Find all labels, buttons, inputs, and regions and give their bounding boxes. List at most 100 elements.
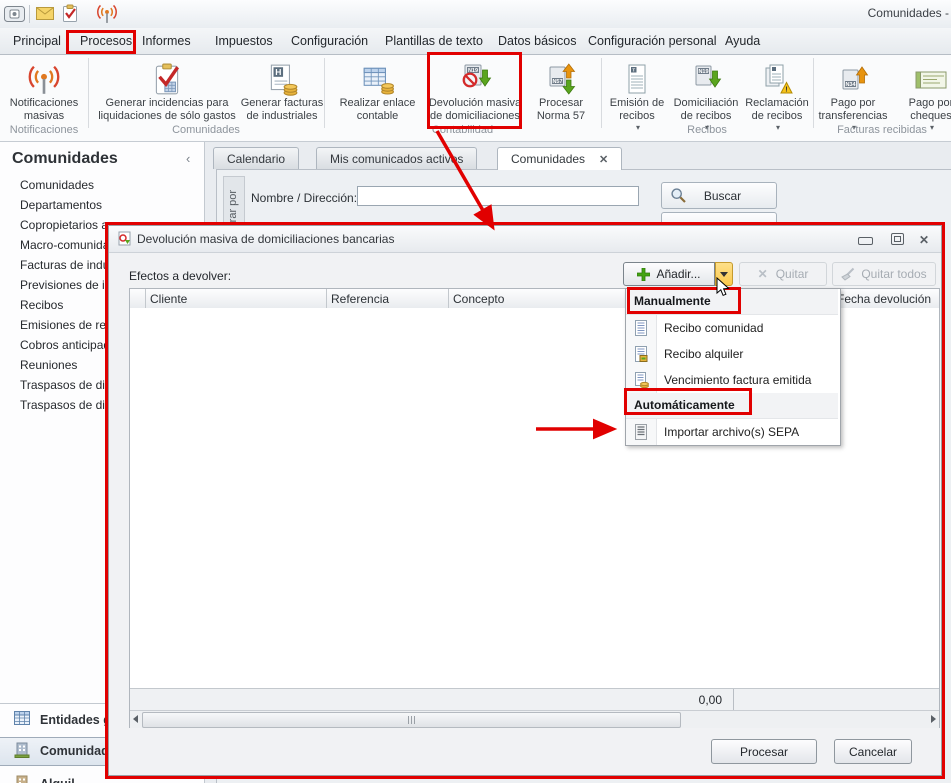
ribbon-button-label: Domiciliación de recibos: [673, 97, 739, 122]
cancel-button[interactable]: Cancelar: [834, 739, 912, 764]
scrollbar-thumb[interactable]: [142, 712, 681, 728]
menu-datos-basicos[interactable]: Datos básicos: [498, 34, 577, 48]
ribbon-group-notificaciones: Notificaciones: [9, 124, 79, 136]
name-address-label: Nombre / Dirección:: [251, 191, 358, 205]
add-dropdown-menu: Manualmente Recibo comunidad Recibo alqu…: [625, 288, 841, 446]
minimize-button[interactable]: [858, 233, 874, 246]
invoice-coins-icon: [635, 372, 649, 389]
ribbon-button-enlace-contable[interactable]: Realizar enlace contable: [330, 57, 425, 122]
receipt-warning-icon: !: [760, 57, 794, 97]
ribbon-group-comunidades: Comunidades: [172, 124, 240, 136]
window-context-title: Comunidades -: [867, 6, 949, 20]
mail-icon[interactable]: [36, 7, 54, 20]
menu-item-importar-sepa[interactable]: Importar archivo(s) SEPA: [626, 419, 838, 445]
ribbon-button-emision-recibos[interactable]: T Emisión de recibos ▾: [604, 57, 670, 135]
svg-text:N57: N57: [552, 79, 562, 85]
ribbon-button-pago-transferencias[interactable]: N34 Pago por transferencias ▾: [815, 57, 891, 135]
menu-informes[interactable]: Informes: [142, 34, 191, 48]
ribbon-button-pago-cheques[interactable]: Pago por cheques ▾: [893, 57, 951, 135]
menu-plantillas[interactable]: Plantillas de texto: [385, 34, 483, 48]
column-concepto[interactable]: Concepto: [453, 292, 504, 306]
tasks-icon[interactable]: [62, 4, 79, 23]
search-icon: [671, 188, 686, 203]
ribbon-button-domiciliacion-recibos[interactable]: N19 Domiciliación de recibos ▾: [672, 57, 740, 135]
ribbon-button-label: Reclamación de recibos: [745, 97, 809, 122]
collapse-chevron-icon[interactable]: ‹: [186, 151, 190, 166]
column-referencia[interactable]: Referencia: [331, 292, 389, 306]
n57-icon: N57: [544, 57, 578, 97]
menu-item-recibo-comunidad[interactable]: Recibo comunidad: [626, 315, 838, 341]
n19-return-icon: N19: [458, 57, 492, 97]
sidebar-item-comunidades[interactable]: Comunidades: [20, 178, 94, 192]
menu-principal[interactable]: Principal: [13, 34, 61, 48]
n19-down-icon: N19: [689, 57, 723, 97]
tab-comunidades[interactable]: Comunidades ✕: [497, 147, 623, 170]
menu-section-manualmente: Manualmente: [626, 289, 838, 315]
menu-impuestos[interactable]: Impuestos: [215, 34, 273, 48]
ribbon-button-label: Devolución masiva de domiciliaciones: [428, 97, 522, 122]
tab-calendario[interactable]: Calendario: [213, 147, 300, 169]
app-icon[interactable]: [4, 4, 25, 23]
scroll-left-icon[interactable]: [133, 715, 138, 723]
menu-ayuda[interactable]: Ayuda: [725, 34, 760, 48]
sidebar-item-previsiones[interactable]: Previsiones de in: [20, 278, 111, 292]
remove-x-icon: ✕: [757, 267, 768, 281]
sidebar-item-copropietarios[interactable]: Copropietarios ac: [20, 218, 114, 232]
ribbon-button-generar-incidencias[interactable]: Generar incidencias para liquidaciones d…: [96, 57, 238, 122]
svg-text:N19: N19: [698, 69, 708, 75]
toolbar-separator: [29, 5, 30, 23]
broom-icon: [841, 267, 855, 281]
sidebar-item-traspasos-1[interactable]: Traspasos de dine: [20, 378, 118, 392]
sidebar-item-macro-comunidades[interactable]: Macro-comunidad: [20, 238, 116, 252]
sidebar-item-cobros-anticipados[interactable]: Cobros anticipado: [20, 338, 117, 352]
sidebar-item-recibos[interactable]: Recibos: [20, 298, 63, 312]
close-button[interactable]: ✕: [919, 233, 935, 247]
caret-down-icon: [720, 271, 728, 277]
ribbon-button-procesar-norma57[interactable]: N57 Procesar Norma 57: [524, 57, 598, 122]
menu-procesos[interactable]: Procesos: [80, 34, 132, 48]
sidebar-item-departamentos[interactable]: Departamentos: [20, 198, 102, 212]
ribbon-button-generar-facturas[interactable]: H Generar facturas de industriales: [240, 57, 324, 122]
add-button[interactable]: Añadir...: [623, 262, 715, 286]
sepa-file-icon: [635, 424, 647, 440]
remove-button[interactable]: ✕ Quitar: [739, 262, 827, 286]
ribbon-button-reclamacion-recibos[interactable]: ! Reclamación de recibos ▾: [742, 57, 812, 135]
process-button[interactable]: Procesar: [711, 739, 817, 764]
sidebar-item-traspasos-2[interactable]: Traspasos de dine: [20, 398, 118, 412]
tab-close-icon[interactable]: ✕: [599, 153, 608, 166]
sidebar-item-facturas-industriales[interactable]: Facturas de indus: [20, 258, 115, 272]
group-divider: [813, 58, 814, 128]
menu-item-vencimiento-factura[interactable]: Vencimiento factura emitida: [626, 367, 838, 393]
horizontal-scrollbar[interactable]: [130, 710, 939, 728]
ribbon-button-label: Pago por cheques: [908, 97, 951, 122]
restore-button[interactable]: [891, 233, 907, 246]
name-address-input[interactable]: [357, 186, 639, 206]
add-dropdown-arrow[interactable]: [715, 262, 733, 286]
menu-configuracion-personal[interactable]: Configuración personal: [588, 34, 717, 48]
ribbon-button-devolucion-masiva[interactable]: N19 Devolución masiva de domiciliaciones: [428, 57, 522, 122]
group-divider: [88, 58, 89, 128]
ribbon-group-contabilidad: Contabilidad: [431, 124, 494, 136]
receipt-rent-icon: [635, 346, 648, 362]
ribbon-group-recibos: Recibos: [687, 124, 727, 136]
svg-text:N34: N34: [845, 82, 856, 88]
scroll-right-icon[interactable]: [931, 715, 936, 723]
remove-all-button[interactable]: Quitar todos: [832, 262, 936, 286]
total-value: 0,00: [698, 693, 722, 707]
dialog-titlebar[interactable]: Devolución masiva de domiciliaciones ban…: [109, 226, 941, 253]
application-window: Comunidades - Principal Procesos Informe…: [0, 0, 951, 783]
menu-item-recibo-alquiler[interactable]: Recibo alquiler: [626, 341, 838, 367]
ribbon-group-facturas-recibidas: Facturas recibidas: [837, 124, 927, 136]
column-cliente[interactable]: Cliente: [150, 292, 187, 306]
search-button[interactable]: Buscar: [661, 182, 777, 209]
tab-mis-comunicados[interactable]: Mis comunicados activos: [316, 147, 478, 169]
ribbon-button-label: Generar incidencias para liquidaciones d…: [98, 97, 236, 122]
sidebar-item-reuniones[interactable]: Reuniones: [20, 358, 77, 372]
ribbon: Notificaciones masivas Generar incidenci…: [0, 55, 951, 142]
broadcast-icon[interactable]: [96, 3, 118, 25]
dialog-icon: [118, 231, 131, 246]
column-fecha-devolucion[interactable]: Fecha devolución: [837, 292, 931, 306]
menu-configuracion[interactable]: Configuración: [291, 34, 368, 48]
ribbon-button-label: Procesar Norma 57: [536, 97, 586, 122]
ribbon-button-notificaciones-masivas[interactable]: Notificaciones masivas: [2, 57, 86, 122]
